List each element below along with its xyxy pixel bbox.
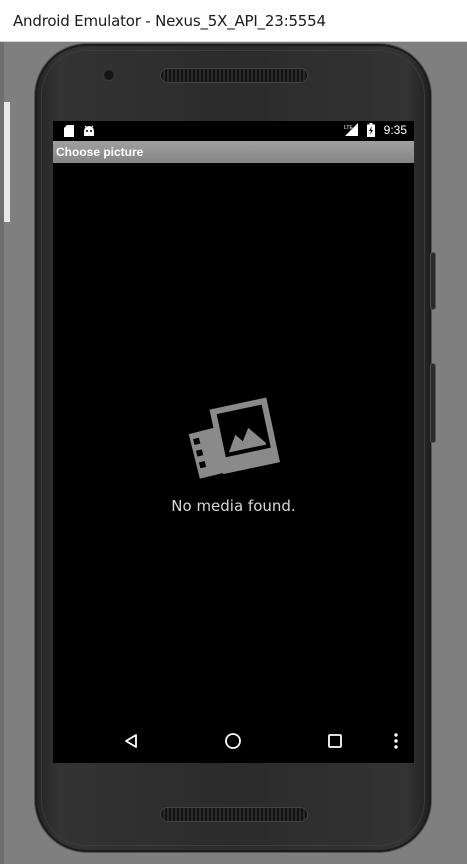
photo-stack-icon	[53, 393, 414, 489]
emulator-title-bar: Android Emulator - Nexus_5X_API_23:5554	[0, 0, 467, 42]
overflow-menu-icon[interactable]	[384, 729, 408, 753]
battery-charging-icon	[367, 123, 375, 142]
app-bar-title: Choose picture	[56, 145, 144, 159]
front-camera	[104, 70, 114, 80]
sd-card-icon	[64, 124, 74, 142]
status-bar: LTE 9:35	[53, 121, 414, 140]
lte-signal-icon: LTE	[344, 123, 358, 141]
window-title: Android Emulator - Nexus_5X_API_23:5554	[13, 12, 326, 30]
recents-icon[interactable]	[323, 729, 347, 753]
navigation-bar	[53, 719, 414, 763]
volume-button[interactable]	[431, 253, 435, 309]
bottom-speaker-grille	[161, 808, 307, 821]
app-bar: Choose picture	[53, 141, 414, 163]
home-icon[interactable]	[221, 729, 245, 753]
status-time: 9:35	[383, 123, 407, 137]
android-debug-icon	[83, 124, 95, 142]
empty-state-message: No media found.	[171, 497, 296, 515]
top-speaker-grille	[161, 69, 307, 82]
background-window-edge	[4, 102, 10, 222]
svg-text:LTE: LTE	[344, 125, 353, 131]
back-icon[interactable]	[119, 729, 143, 753]
empty-state: No media found.	[53, 393, 414, 515]
power-button[interactable]	[431, 364, 435, 442]
device-screen: LTE 9:35 Choose picture No media found.	[53, 121, 414, 763]
